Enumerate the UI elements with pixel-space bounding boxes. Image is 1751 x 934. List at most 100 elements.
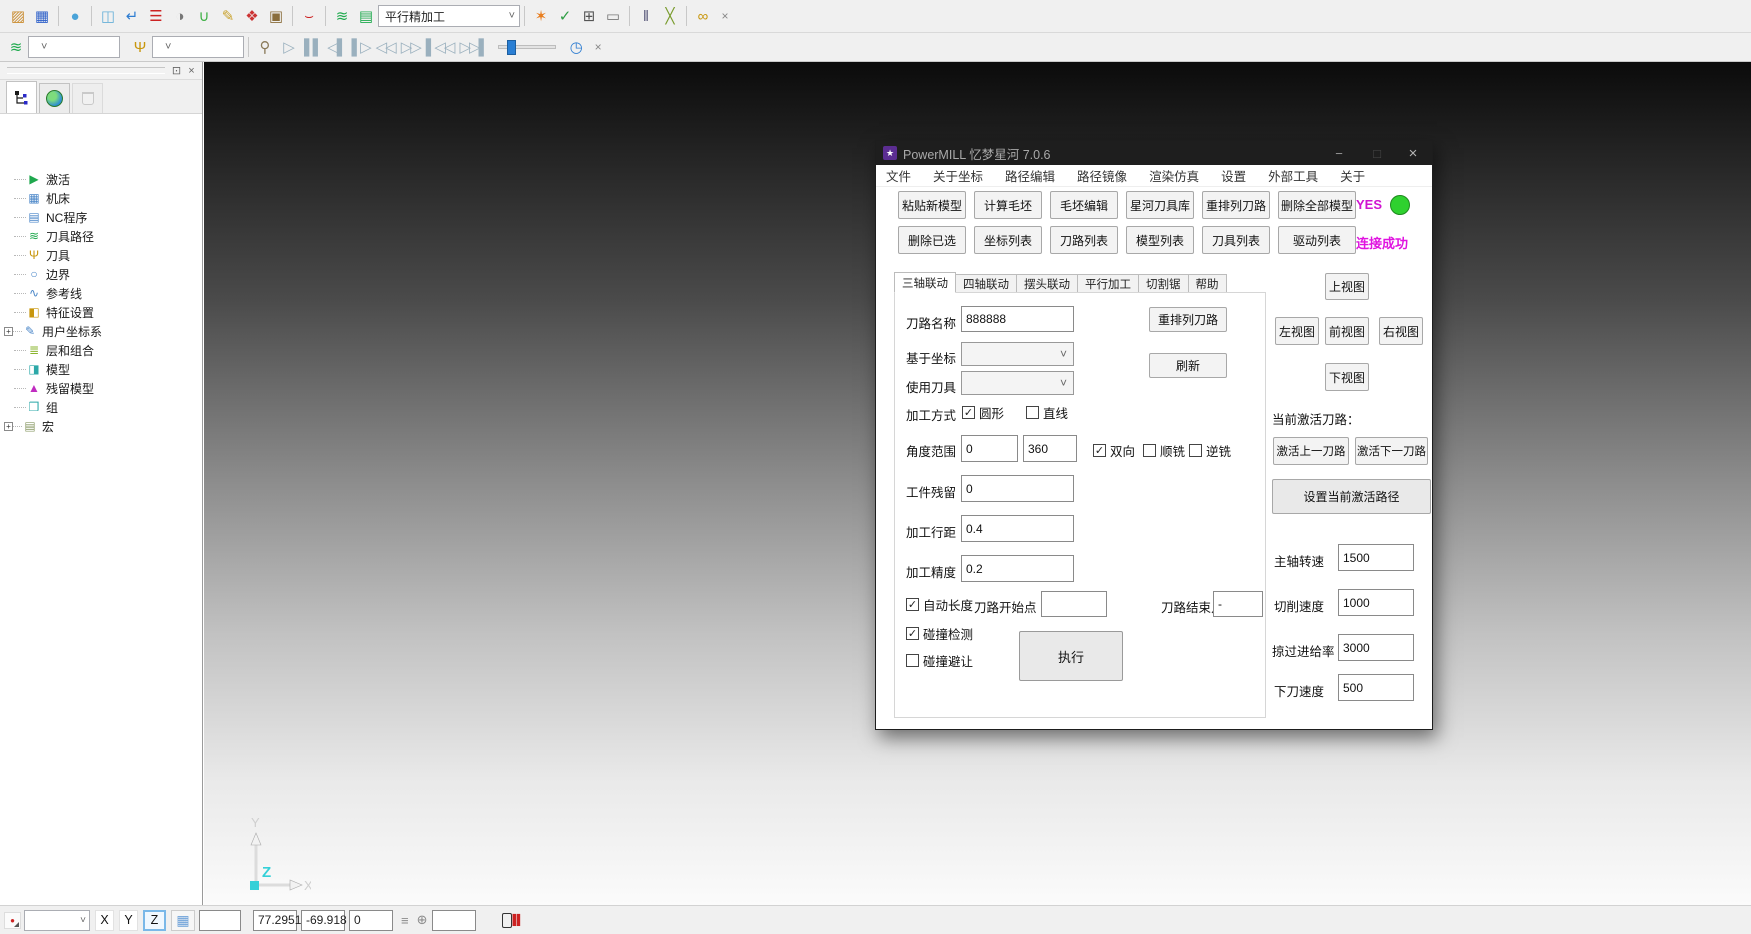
toolpath-verify-icon[interactable]: ✓ xyxy=(553,4,577,28)
workplane-combobox[interactable]: ˅ xyxy=(24,910,90,931)
spindle-speed-input[interactable] xyxy=(1338,544,1414,571)
close-toolbar-icon[interactable]: × xyxy=(715,4,735,28)
right-view-button[interactable]: 右视图 xyxy=(1379,317,1423,345)
tab-recycle-bin[interactable] xyxy=(72,83,103,113)
menu-settings[interactable]: 设置 xyxy=(1221,166,1246,185)
tree-item-reference-lines[interactable]: ∿参考线 xyxy=(0,284,82,302)
tree-item-feature-sets[interactable]: ◧特征设置 xyxy=(0,303,94,321)
search-model-icon[interactable]: ∞ xyxy=(691,4,715,28)
tree-item-nc-programs[interactable]: ▤NC程序 xyxy=(0,208,87,226)
close-panel-icon[interactable]: × xyxy=(184,64,199,78)
left-view-button[interactable]: 左视图 xyxy=(1275,317,1319,345)
pattern-icon[interactable]: ❖ xyxy=(240,4,264,28)
tool-pair-icon[interactable]: ǁ xyxy=(634,4,658,28)
tab-web-view[interactable] xyxy=(39,83,70,113)
tab-cutting-saw[interactable]: 切割锯 xyxy=(1139,274,1189,293)
toolpath-strategies-icon[interactable]: ≋ xyxy=(330,4,354,28)
simulation-speed-slider[interactable] xyxy=(498,45,556,49)
cross-arrows-icon[interactable]: ╳ xyxy=(658,4,682,28)
blank-field[interactable] xyxy=(199,910,241,931)
panel-grip[interactable] xyxy=(7,67,165,74)
menu-path-edit[interactable]: 路径编辑 xyxy=(1005,166,1055,185)
block-icon[interactable]: ◫ xyxy=(96,4,120,28)
step-forward-icon[interactable]: ▌▷ xyxy=(348,35,372,59)
menu-path-mirror[interactable]: 路径镜像 xyxy=(1077,166,1127,185)
strategy-combobox[interactable]: 平行精加工 ˅ xyxy=(378,5,520,27)
tree-item-boundaries[interactable]: ○边界 xyxy=(0,265,70,283)
tab-help[interactable]: 帮助 xyxy=(1189,274,1227,293)
tree-item-models[interactable]: ◨模型 xyxy=(0,360,70,378)
bottom-view-button[interactable]: 下视图 xyxy=(1325,363,1369,391)
marker-icon[interactable]: ● xyxy=(4,912,21,929)
strategy-list-icon[interactable]: ▤ xyxy=(354,4,378,28)
minimize-button[interactable]: − xyxy=(1324,141,1354,165)
use-tool-select[interactable]: ˅ xyxy=(961,371,1074,395)
conventional-mill-checkbox[interactable]: 逆铣 xyxy=(1189,441,1231,460)
line-checkbox[interactable]: 直线 xyxy=(1026,403,1068,422)
tab-swivel-head[interactable]: 摆头联动 xyxy=(1017,274,1078,293)
calc-block-button[interactable]: 计算毛坯 xyxy=(974,191,1042,219)
tree-item-activate[interactable]: ▶激活 xyxy=(0,170,70,188)
menu-about[interactable]: 关于 xyxy=(1340,166,1365,185)
activate-next-toolpath-button[interactable]: 激活下一刀路 xyxy=(1355,437,1428,465)
start-point-input[interactable] xyxy=(1041,591,1107,617)
save-project-icon[interactable]: ▦ xyxy=(30,4,54,28)
calculator-icon[interactable]: ⊞ xyxy=(577,4,601,28)
stepover-input[interactable] xyxy=(961,515,1074,542)
stock-remain-input[interactable] xyxy=(961,475,1074,502)
tree-item-toolpaths[interactable]: ≋刀具路径 xyxy=(0,227,94,245)
delete-all-models-button[interactable]: 删除全部模型 xyxy=(1278,191,1356,219)
clock-icon[interactable]: ◷ xyxy=(564,35,588,59)
close-button[interactable]: × xyxy=(1398,141,1428,165)
tolerance-input[interactable] xyxy=(961,555,1074,582)
menu-render-sim[interactable]: 渲染仿真 xyxy=(1149,166,1199,185)
auto-length-checkbox[interactable]: ✓自动长度 xyxy=(906,595,973,614)
go-to-end-icon[interactable]: ▷▷▌ xyxy=(456,35,490,59)
axis-x-button[interactable]: X xyxy=(95,910,114,931)
tree-item-stock-models[interactable]: ▲残留模型 xyxy=(0,379,94,397)
delete-selected-button[interactable]: 删除已选 xyxy=(898,226,966,254)
document-pause-icon[interactable]: ▌▌ xyxy=(502,913,521,928)
coord-y-field[interactable]: -69.918 xyxy=(301,910,345,931)
plunge-feed-input[interactable] xyxy=(1338,674,1414,701)
slider-handle[interactable] xyxy=(507,40,516,55)
dialog-titlebar[interactable]: ★ PowerMILL 忆梦星河 7.0.6 − □ × xyxy=(876,141,1432,165)
expand-icon[interactable]: + xyxy=(4,327,13,336)
toolpath-icon[interactable]: ≋ xyxy=(4,35,28,59)
tab-4axis[interactable]: 四轴联动 xyxy=(956,274,1017,293)
coord-list-button[interactable]: 坐标列表 xyxy=(974,226,1042,254)
cutting-feed-input[interactable] xyxy=(1338,589,1414,616)
tool-combobox[interactable]: ˅ xyxy=(152,36,244,58)
toolpath-name-input[interactable] xyxy=(961,306,1074,332)
tool-arc-icon[interactable]: ⌣ xyxy=(297,4,321,28)
tab-parallel[interactable]: 平行加工 xyxy=(1078,274,1139,293)
activate-prev-toolpath-button[interactable]: 激活上一刀路 xyxy=(1273,437,1349,465)
top-view-button[interactable]: 上视图 xyxy=(1325,273,1369,300)
model-list-button[interactable]: 模型列表 xyxy=(1126,226,1194,254)
front-view-button[interactable]: 前视图 xyxy=(1325,317,1369,345)
tool-block-icon[interactable]: ▣ xyxy=(264,4,288,28)
coord-x-field[interactable]: 77.2951 xyxy=(253,910,297,931)
collision-check-checkbox[interactable]: ✓碰撞检测 xyxy=(906,624,973,643)
axis-z-button[interactable]: Z xyxy=(143,910,166,931)
shaded-view-icon[interactable]: ● xyxy=(63,4,87,28)
paste-new-model-button[interactable]: 粘贴新模型 xyxy=(898,191,966,219)
rapid-feed-input[interactable] xyxy=(1338,634,1414,661)
float-panel-icon[interactable]: ⊡ xyxy=(169,64,184,78)
pause-icon[interactable]: ▌▌ xyxy=(301,35,324,59)
leads-links-icon[interactable]: ∪ xyxy=(192,4,216,28)
bidirectional-checkbox[interactable]: ✓双向 xyxy=(1093,441,1135,460)
maximize-button[interactable]: □ xyxy=(1362,141,1392,165)
angle-start-input[interactable] xyxy=(961,435,1018,462)
end-point-input[interactable] xyxy=(1213,591,1263,617)
fast-forward-icon[interactable]: ▷▷ xyxy=(398,35,423,59)
climb-mill-checkbox[interactable]: 顺铣 xyxy=(1143,441,1185,460)
tree-item-macros[interactable]: +▤宏 xyxy=(0,417,54,435)
rearrange-button[interactable]: 重排列刀路 xyxy=(1149,307,1227,332)
step-back-icon[interactable]: ◁▌ xyxy=(324,35,348,59)
simulation-light-icon[interactable]: ⚲ xyxy=(253,35,277,59)
tool-library-button[interactable]: 星河刀具库 xyxy=(1126,191,1194,219)
measure-icon[interactable]: ▭ xyxy=(601,4,625,28)
curve-editor-icon[interactable]: ✎ xyxy=(216,4,240,28)
tree-item-machine-tool[interactable]: ▦机床 xyxy=(0,189,70,207)
